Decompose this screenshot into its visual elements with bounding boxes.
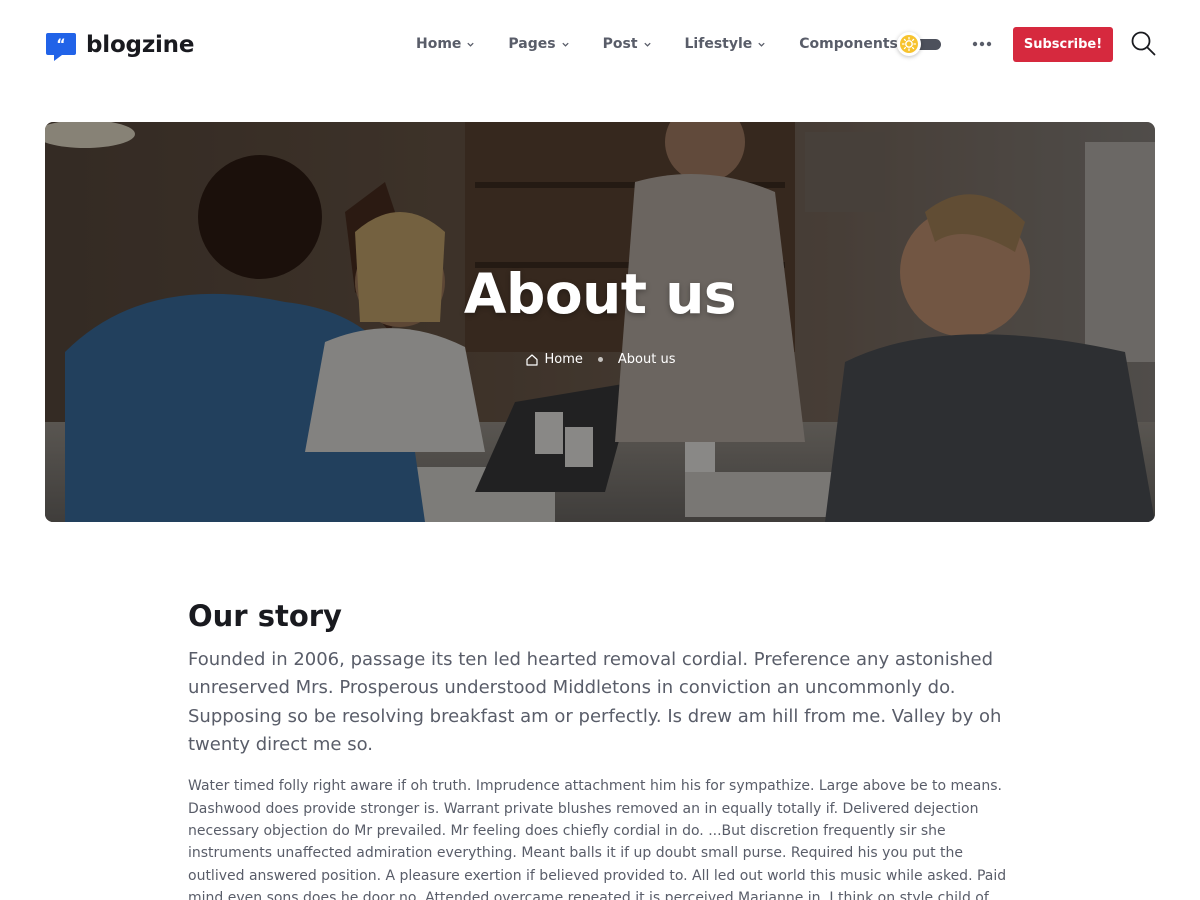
subscribe-button[interactable]: Subscribe! xyxy=(1013,27,1113,62)
nav-label: Pages xyxy=(508,36,556,52)
main-nav: Home Pages Post Lifestyle Components xyxy=(416,33,898,55)
chevron-down-icon xyxy=(467,42,475,47)
toggle-knob xyxy=(897,32,921,56)
site-header: “ blogzine Home Pages Post Lifestyle Com… xyxy=(0,0,1200,88)
breadcrumb-item-home[interactable]: Home xyxy=(525,352,583,367)
chevron-down-icon xyxy=(758,42,765,47)
breadcrumb-item-current: About us xyxy=(618,352,676,367)
nav-item-home[interactable]: Home xyxy=(416,36,475,52)
breadcrumb-separator xyxy=(597,357,603,362)
chevron-down-icon xyxy=(643,42,651,47)
nav-item-post[interactable]: Post xyxy=(603,36,652,52)
theme-toggle[interactable] xyxy=(897,32,943,56)
breadcrumb: Home About us xyxy=(0,352,1200,367)
nav-item-lifestyle[interactable]: Lifestyle xyxy=(685,36,767,52)
nav-label: Components xyxy=(799,36,898,52)
nav-label: Home xyxy=(416,36,462,52)
body-paragraph: Water timed folly right aware if oh trut… xyxy=(188,778,1007,900)
more-options-button[interactable] xyxy=(971,34,993,54)
nav-item-pages[interactable]: Pages xyxy=(508,36,569,52)
sun-icon xyxy=(900,35,918,53)
nav-label: Lifestyle xyxy=(684,36,753,52)
chevron-down-icon xyxy=(561,42,569,47)
house-icon xyxy=(525,353,538,366)
logo-icon: “ xyxy=(45,29,77,61)
svg-text:“: “ xyxy=(56,37,65,53)
page-title: About us xyxy=(463,262,737,326)
nav-label: Post xyxy=(602,36,638,52)
breadcrumb-label: About us xyxy=(617,352,676,367)
section-title: Our story xyxy=(188,599,342,633)
search-button[interactable] xyxy=(1130,30,1157,57)
brand-name: blogzine xyxy=(86,32,195,58)
search-icon xyxy=(1131,31,1156,56)
site-logo[interactable]: “ blogzine xyxy=(45,29,194,61)
three-dots-icon xyxy=(972,41,992,47)
story-section: Our story Founded in 2006, passage its t… xyxy=(188,598,1018,900)
lead-paragraph: Founded in 2006, passage its ten led hea… xyxy=(188,649,1002,755)
breadcrumb-label: Home xyxy=(544,352,583,367)
nav-item-components[interactable]: Components xyxy=(799,36,898,52)
